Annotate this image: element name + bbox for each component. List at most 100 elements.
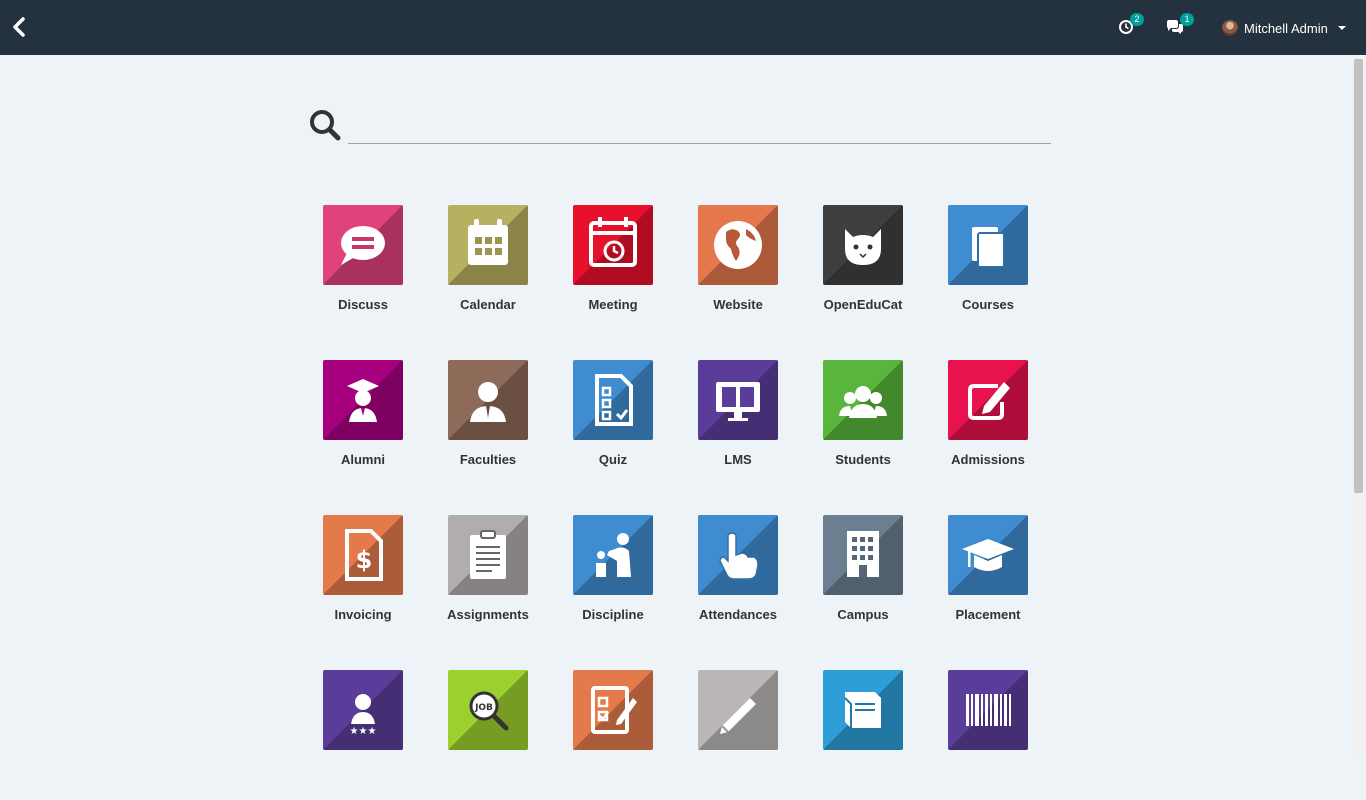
cat-logo-icon <box>845 229 881 265</box>
app-admissions[interactable]: Admissions <box>928 360 1048 490</box>
app-tile <box>823 360 903 440</box>
app-label: Alumni <box>340 452 386 467</box>
app-tile-21[interactable] <box>553 670 673 800</box>
graduate-icon <box>347 379 379 422</box>
app-label: OpenEduCat <box>823 297 903 312</box>
app-alumni[interactable]: Alumni <box>303 360 423 490</box>
calendar-icon <box>468 219 508 265</box>
mortarboard-icon <box>962 539 1014 571</box>
app-label: Admissions <box>951 452 1025 467</box>
app-tile <box>698 360 778 440</box>
user-name: Mitchell Admin <box>1244 20 1328 36</box>
app-tile <box>948 515 1028 595</box>
top-navbar: 2 1 Mitchell Admin <box>0 0 1366 55</box>
caret-down-icon <box>1337 26 1346 30</box>
app-quiz[interactable]: Quiz <box>553 360 673 490</box>
app-courses[interactable]: Courses <box>928 205 1048 335</box>
app-invoicing[interactable]: $ Invoicing <box>303 515 423 645</box>
app-label: Attendances <box>698 607 778 622</box>
avatar <box>1222 20 1238 36</box>
app-label: Invoicing <box>334 607 392 622</box>
app-label: Discuss <box>338 297 388 312</box>
book-icon <box>844 692 881 728</box>
checklist-icon <box>595 374 633 426</box>
app-tile <box>823 515 903 595</box>
teacher-icon <box>470 382 506 422</box>
app-tile-23[interactable] <box>803 670 923 800</box>
app-tile: $ <box>323 515 403 595</box>
users-icon <box>839 386 887 418</box>
app-students[interactable]: Students <box>803 360 923 490</box>
globe-icon <box>714 221 762 269</box>
discuss-icon <box>341 226 385 265</box>
app-tile-19[interactable]: ★★★ <box>303 670 423 800</box>
app-website[interactable]: Website <box>678 205 798 335</box>
app-campus[interactable]: Campus <box>803 515 923 645</box>
app-tile <box>323 360 403 440</box>
scrollbar[interactable] <box>1351 55 1366 762</box>
hand-pointer-icon <box>719 532 759 580</box>
messages-count-badge: 1 <box>1180 13 1194 26</box>
app-meeting[interactable]: Meeting <box>553 205 673 335</box>
app-label: Courses <box>961 297 1015 312</box>
books-icon <box>972 227 1005 268</box>
search-input[interactable] <box>348 110 1051 144</box>
messages-button[interactable]: 1 <box>1166 13 1194 38</box>
app-faculties[interactable]: Faculties <box>428 360 548 490</box>
search-icon <box>310 110 341 141</box>
app-assignments[interactable]: Assignments <box>428 515 548 645</box>
user-stars-icon: ★★★ <box>350 694 377 737</box>
app-label: LMS <box>724 452 752 467</box>
app-tile-22[interactable] <box>678 670 798 800</box>
user-menu[interactable]: Mitchell Admin <box>1222 17 1346 39</box>
app-tile: ★★★ <box>323 670 403 750</box>
svg-text:$: $ <box>356 546 373 574</box>
invoice-icon: $ <box>345 529 383 581</box>
app-calendar[interactable]: Calendar <box>428 205 548 335</box>
app-label: Discipline <box>582 607 644 622</box>
app-discipline[interactable]: Discipline <box>553 515 673 645</box>
app-tile-20[interactable]: JOB <box>428 670 548 800</box>
app-label: Faculties <box>459 452 517 467</box>
activity-count-badge: 2 <box>1130 13 1144 26</box>
app-tile <box>573 515 653 595</box>
app-tile <box>823 670 903 750</box>
app-tile <box>448 205 528 285</box>
building-icon <box>847 531 879 577</box>
app-tile <box>573 670 653 750</box>
app-tile <box>698 205 778 285</box>
app-tile <box>698 515 778 595</box>
clipboard-icon <box>470 530 506 579</box>
app-label: Campus <box>837 607 889 622</box>
scrollbar-thumb[interactable] <box>1354 59 1363 493</box>
pencil-icon <box>720 698 756 734</box>
app-attendances[interactable]: Attendances <box>678 515 798 645</box>
svg-text:JOB: JOB <box>474 703 493 713</box>
app-tile <box>823 205 903 285</box>
app-label: Meeting <box>588 297 638 312</box>
meeting-icon <box>589 217 637 267</box>
app-label: Quiz <box>598 452 628 467</box>
app-tile <box>948 670 1028 750</box>
checklist-pen-icon <box>591 686 637 734</box>
barcode-icon <box>966 694 1011 726</box>
app-tile <box>698 670 778 750</box>
app-placement[interactable]: Placement <box>928 515 1048 645</box>
chevron-left-icon <box>13 17 25 37</box>
app-discuss[interactable]: Discuss <box>303 205 423 335</box>
app-lms[interactable]: LMS <box>678 360 798 490</box>
svg-text:★★★: ★★★ <box>350 726 377 737</box>
app-tile <box>448 360 528 440</box>
search-bar <box>308 106 1051 146</box>
app-openeducat[interactable]: OpenEduCat <box>803 205 923 335</box>
back-button[interactable] <box>8 13 30 41</box>
app-label: Placement <box>955 607 1021 622</box>
app-label: Assignments <box>447 607 529 622</box>
app-tile-24[interactable] <box>928 670 1048 800</box>
app-label: Students <box>835 452 891 467</box>
job-search-icon: JOB <box>469 691 509 731</box>
activity-button[interactable]: 2 <box>1118 13 1144 38</box>
app-label: Website <box>713 297 763 312</box>
edit-icon <box>968 382 1010 420</box>
presenter-icon <box>596 533 631 577</box>
